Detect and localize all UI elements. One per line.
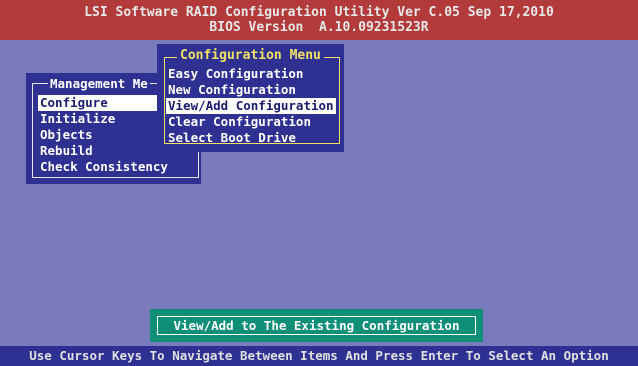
title-bar: LSI Software RAID Configuration Utility … (0, 0, 638, 40)
app-title: LSI Software RAID Configuration Utility … (84, 5, 554, 20)
config-item-clear-configuration[interactable]: Clear Configuration (166, 114, 336, 130)
configuration-menu-window: Configuration Menu Easy Configuration Ne… (157, 44, 344, 152)
config-item-view-add-configuration[interactable]: View/Add Configuration (166, 98, 336, 114)
bios-version: BIOS Version A.10.09231523R (209, 20, 429, 35)
config-item-new-configuration[interactable]: New Configuration (166, 82, 336, 98)
management-item-check-consistency[interactable]: Check Consistency (38, 159, 170, 175)
management-menu-list: Configure Initialize Objects Rebuild Che… (38, 95, 170, 175)
configuration-menu-title: Configuration Menu (177, 48, 324, 63)
management-item-objects[interactable]: Objects (38, 127, 170, 143)
management-item-rebuild[interactable]: Rebuild (38, 143, 170, 159)
management-item-initialize[interactable]: Initialize (38, 111, 170, 127)
management-menu-title: Management Me (48, 76, 150, 91)
status-description-text: View/Add to The Existing Configuration (157, 316, 476, 335)
management-item-configure[interactable]: Configure (38, 95, 170, 111)
config-item-easy-configuration[interactable]: Easy Configuration (166, 66, 336, 82)
configuration-menu-list: Easy Configuration New Configuration Vie… (166, 66, 336, 146)
footer-hint-bar: Use Cursor Keys To Navigate Between Item… (0, 346, 638, 366)
status-description-box: View/Add to The Existing Configuration (150, 309, 483, 342)
config-item-select-boot-drive[interactable]: Select Boot Drive (166, 130, 336, 146)
